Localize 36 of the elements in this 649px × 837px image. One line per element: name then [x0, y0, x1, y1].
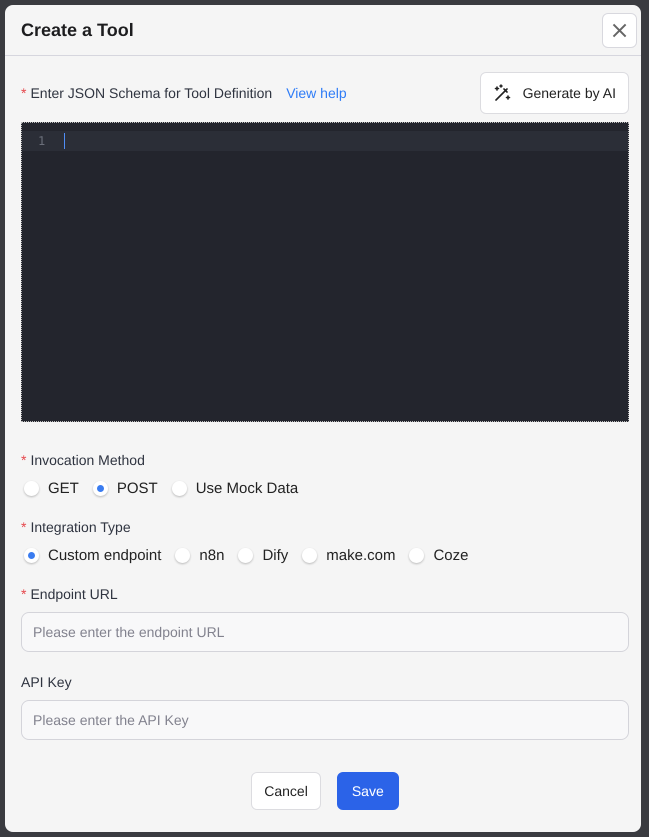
radio-button[interactable] [24, 548, 39, 563]
radio-button[interactable] [409, 548, 424, 563]
radio-option[interactable]: n8n [175, 547, 224, 564]
field-label: Enter JSON Schema for Tool Definition [30, 85, 272, 101]
radio-button[interactable] [172, 481, 187, 496]
generate-button[interactable]: Generate by AI [480, 72, 629, 114]
radio-option[interactable]: Use Mock Data [172, 480, 298, 497]
radio-button[interactable] [302, 548, 318, 563]
radio-option[interactable]: GET [24, 480, 79, 497]
group-label: Invocation Method [30, 452, 145, 468]
text-cursor [64, 133, 65, 149]
required-mark: * [21, 519, 26, 535]
radio-button[interactable] [238, 548, 254, 563]
cancel-button[interactable]: Cancel [251, 772, 321, 810]
required-mark: * [21, 586, 26, 602]
radio-option[interactable]: make.com [302, 547, 396, 564]
magic-wand-icon [492, 83, 513, 103]
radio-button[interactable] [24, 481, 39, 496]
help-link[interactable]: View help [286, 85, 347, 101]
radio-button[interactable] [92, 481, 108, 496]
required-mark: * [21, 85, 26, 101]
required-mark: * [21, 452, 26, 468]
field-label: API Key [21, 674, 72, 690]
group-label: Integration Type [30, 519, 131, 535]
radio-option[interactable]: Custom endpoint [24, 547, 162, 564]
dialog-title: Create a Tool [21, 20, 134, 40]
save-button[interactable]: Save [336, 772, 399, 810]
line-number: 1 [38, 134, 46, 148]
radio-button[interactable] [175, 548, 190, 563]
input-field[interactable]: Please enter the endpoint URL [21, 612, 629, 652]
radio-option[interactable]: Dify [238, 547, 288, 564]
close-button[interactable]: × [602, 12, 637, 48]
radio-option[interactable]: POST [92, 480, 158, 497]
radio-option[interactable]: Coze [409, 547, 468, 564]
input-field[interactable]: Please enter the API Key [21, 700, 629, 740]
field-label: Endpoint URL [30, 586, 118, 602]
